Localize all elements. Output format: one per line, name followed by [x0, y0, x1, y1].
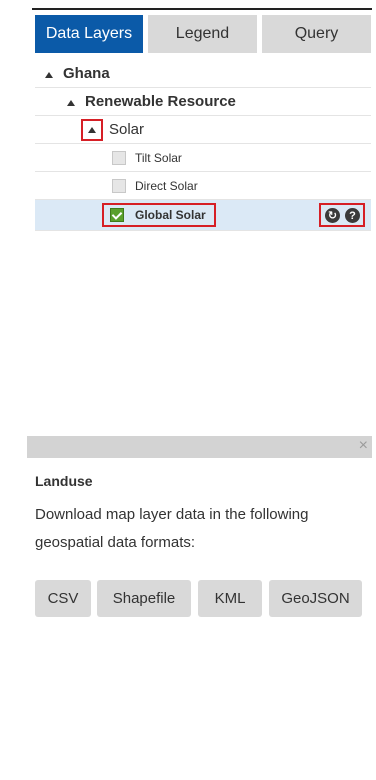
close-icon[interactable]: × [359, 437, 368, 455]
tab-legend[interactable]: Legend [148, 15, 257, 53]
tab-bar: Data Layers Legend Query [35, 15, 371, 53]
tab-query[interactable]: Query [262, 15, 371, 53]
help-icon[interactable]: ? [345, 208, 360, 223]
caret-expanded-icon[interactable] [88, 127, 96, 133]
layer-label-global-solar: Global Solar [135, 208, 206, 222]
checkbox-global-solar[interactable] [110, 208, 124, 222]
download-icon[interactable]: ↻ [325, 208, 340, 223]
download-shapefile-button[interactable]: Shapefile [97, 580, 191, 617]
download-kml-button[interactable]: KML [198, 580, 262, 617]
tree-row-renewable-resource[interactable]: Renewable Resource [35, 88, 371, 116]
layer-label-tilt-solar: Tilt Solar [135, 151, 182, 165]
tree-label-group: Renewable Resource [85, 93, 236, 110]
tree-row-direct-solar[interactable]: Direct Solar [35, 172, 371, 200]
download-geojson-button[interactable]: GeoJSON [269, 580, 362, 617]
tree-label-category: Solar [109, 121, 145, 138]
dialog-header: × [27, 436, 372, 458]
tree-row-solar[interactable]: Solar [35, 116, 371, 144]
checkbox-direct-solar[interactable] [112, 179, 126, 193]
tree-row-ghana[interactable]: Ghana [35, 60, 371, 88]
top-divider [32, 8, 372, 10]
dialog-description: Download map layer data in the following… [35, 506, 309, 551]
checkbox-tilt-solar[interactable] [112, 151, 126, 165]
tab-data-layers[interactable]: Data Layers [35, 15, 143, 53]
caret-expanded-icon[interactable] [67, 100, 75, 106]
page: Data Layers Legend Query Ghana Renewable… [0, 0, 376, 780]
tree-row-tilt-solar[interactable]: Tilt Solar [35, 144, 371, 172]
tree-row-global-solar[interactable]: Global Solar ↻ ? [35, 200, 371, 231]
download-csv-button[interactable]: CSV [35, 580, 91, 617]
tree-label-country: Ghana [63, 65, 110, 82]
layer-label-direct-solar: Direct Solar [135, 179, 198, 193]
caret-expanded-icon[interactable] [45, 72, 53, 78]
dialog-title: Landuse [35, 473, 93, 489]
